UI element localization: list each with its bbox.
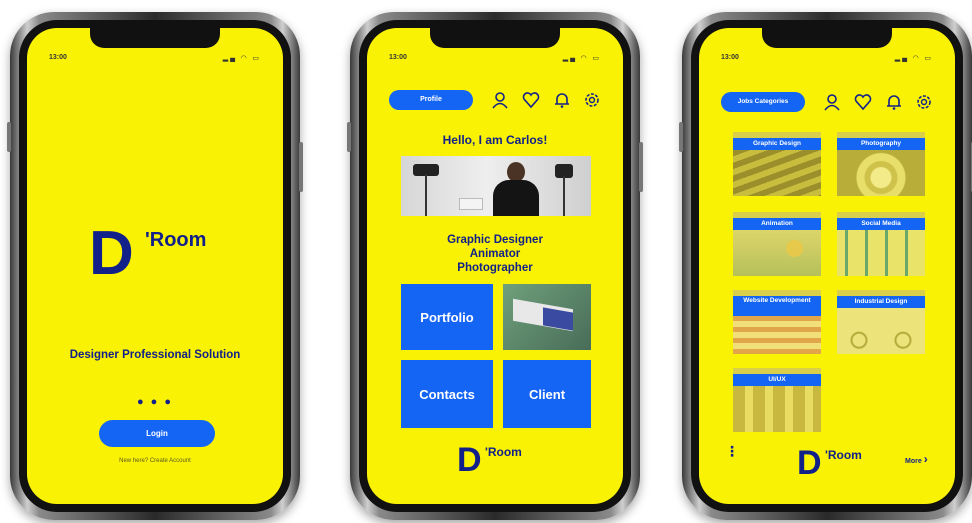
chevron-right-icon: › [923,452,928,466]
footer-logo: D 'Room [457,443,557,477]
heart-icon[interactable] [854,93,872,111]
greeting: Hello, I am Carlos! [442,133,548,147]
app-logo: D 'Room [89,223,229,285]
bell-icon[interactable] [553,91,571,109]
logo-letter: D [457,441,482,479]
more-label: More [905,458,922,465]
user-icon[interactable] [491,91,509,109]
category-website-development[interactable]: Website Development [733,290,821,354]
client-tile[interactable]: Client [503,360,591,428]
role-list: Graphic Designer Animator Photographer [367,233,623,275]
portfolio-preview-image[interactable] [503,284,591,350]
login-screen: 13:00 ▂▄ ◠ ▭ D 'Room Designer Profession… [27,28,283,504]
categories-screen: 13:00 ▂▄ ◠ ▭ Jobs Categories Graphic Des… [699,28,955,504]
heart-icon[interactable] [522,91,540,109]
category-label: UI/UX [733,374,821,386]
user-icon[interactable] [823,93,841,111]
status-bar: 13:00 ▂▄ ◠ ▭ [389,54,601,64]
portfolio-tile[interactable]: Portfolio [401,284,493,350]
phone-categories: 13:00 ▂▄ ◠ ▭ Jobs Categories Graphic Des… [679,12,972,520]
profile-screen: 13:00 ▂▄ ◠ ▭ Profile Hello, I am Carlos! [367,28,623,504]
footer-logo: D 'Room [797,446,897,480]
category-photography[interactable]: Photography [837,132,925,196]
status-time: 13:00 [49,54,67,61]
category-graphic-design[interactable]: Graphic Design [733,132,821,196]
kebab-menu-icon[interactable]: ⋮ [725,444,739,466]
status-time: 13:00 [721,54,739,61]
bell-icon[interactable] [885,93,903,111]
jobs-categories-button[interactable]: Jobs Categories [721,92,805,112]
contacts-tile[interactable]: Contacts [401,360,493,428]
category-label: Animation [733,218,821,230]
logo-letter: D [89,219,134,288]
role-animator: Animator [469,248,521,260]
phone-profile: 13:00 ▂▄ ◠ ▭ Profile Hello, I am Carlos! [347,12,643,520]
category-label: Social Media [837,218,925,230]
phone-login: 13:00 ▂▄ ◠ ▭ D 'Room Designer Profession… [7,12,303,520]
role-graphic-designer: Graphic Designer [447,234,543,246]
logo-letter: D [797,444,822,482]
category-label: Photography [837,138,925,150]
more-link[interactable]: More › [905,452,928,466]
logo-room: 'Room [825,448,862,462]
status-icons: ▂▄ ◠ ▭ [894,55,933,62]
category-animation[interactable]: Animation [733,212,821,276]
gear-icon[interactable] [915,93,933,111]
role-photographer: Photographer [457,262,533,274]
category-industrial-design[interactable]: Industrial Design [837,290,925,354]
logo-room: 'Room [145,229,207,251]
category-label: Graphic Design [733,138,821,150]
create-account-link[interactable]: New here? Create Account [27,458,283,464]
category-ui-ux[interactable]: UI/UX [733,368,821,432]
profile-button[interactable]: Profile [389,90,473,110]
login-button[interactable]: Login [99,420,215,447]
logo-room: 'Room [485,445,522,459]
tagline: Designer Professional Solution [69,349,241,361]
category-label: Industrial Design [837,296,925,308]
status-bar: 13:00 ▂▄ ◠ ▭ [49,54,261,64]
status-icons: ▂▄ ◠ ▭ [222,55,261,62]
loading-dots: ● ● ● [136,396,174,408]
category-social-media[interactable]: Social Media [837,212,925,276]
gear-icon[interactable] [583,91,601,109]
category-label: Website Development [733,296,821,316]
profile-photo [401,156,591,216]
status-bar: 13:00 ▂▄ ◠ ▭ [721,54,933,64]
status-time: 13:00 [389,54,407,61]
status-icons: ▂▄ ◠ ▭ [562,55,601,62]
